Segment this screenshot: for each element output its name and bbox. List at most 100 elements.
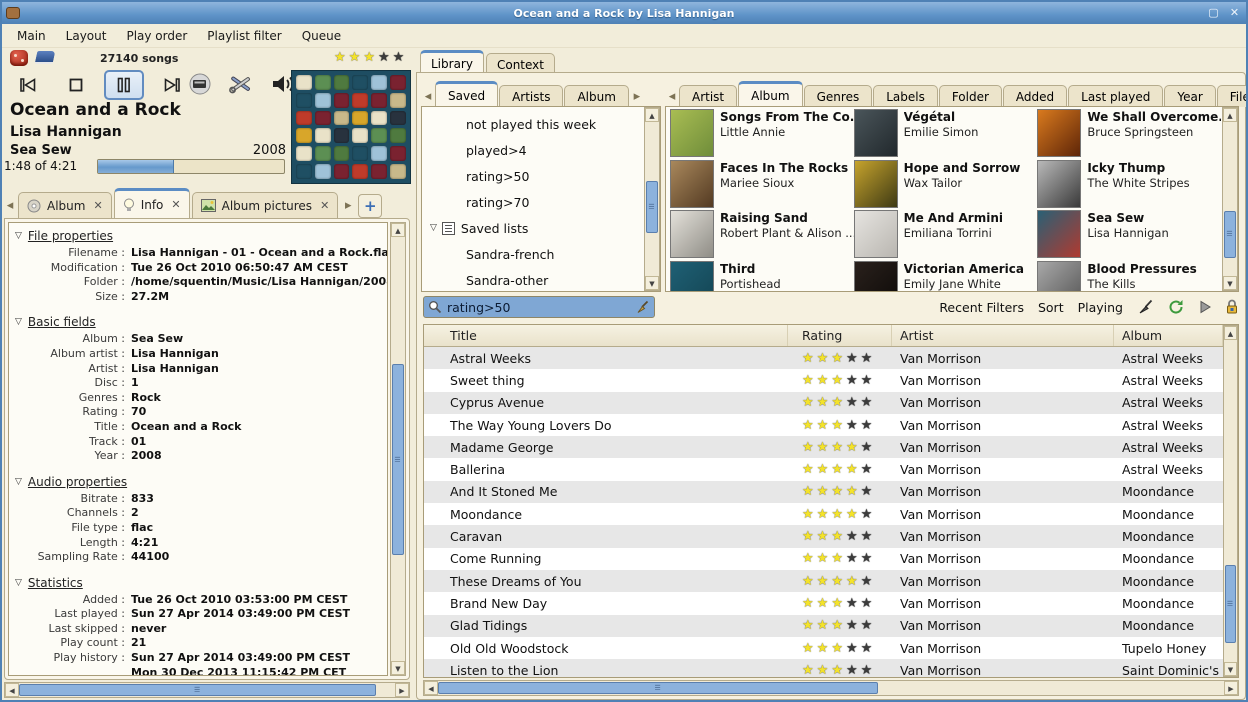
- album-cell[interactable]: Sea Sew Lisa Hannigan: [1037, 210, 1221, 261]
- queue-icon[interactable]: [188, 72, 212, 96]
- album-cell[interactable]: Raising Sand Robert Plant & Alison ...: [670, 210, 854, 261]
- album-cover[interactable]: [670, 210, 714, 258]
- album-cell[interactable]: Blood Pressures The Kills: [1037, 260, 1221, 291]
- stop-button[interactable]: [56, 70, 96, 100]
- album-cell[interactable]: Me And Armini Emiliana Torrini: [853, 210, 1038, 261]
- albums-pane-tab-genres[interactable]: Genres: [803, 85, 873, 107]
- tabs-scroll-right-icon[interactable]: ▸: [340, 192, 356, 218]
- album-cell[interactable]: Végétal Emilie Simon: [853, 109, 1038, 160]
- album-cell[interactable]: Hope and Sorrow Wax Tailor: [853, 159, 1038, 211]
- clear-all-broom-icon[interactable]: [1137, 299, 1154, 315]
- collapse-triangle-icon[interactable]: ▽: [15, 578, 22, 588]
- star-empty-icon[interactable]: ★: [393, 51, 405, 64]
- titlebar[interactable]: Ocean and a Rock by Lisa Hannigan ▢ ✕: [2, 2, 1246, 24]
- song-row[interactable]: Cyprus Avenue ★ ★ ★ ★ ★ Van Morrison Astral …: [424, 391, 1223, 414]
- star-filled-icon[interactable]: ★: [349, 51, 361, 64]
- info-section-header[interactable]: ▽ Audio properties: [15, 475, 383, 489]
- collapse-triangle-icon[interactable]: ▽: [430, 223, 437, 233]
- song-row[interactable]: Astral Weeks ★ ★ ★ ★ ★ Van Morrison Astral W…: [424, 347, 1223, 370]
- info-section-header[interactable]: ▽ File properties: [15, 229, 383, 243]
- recent-filters-link[interactable]: Recent Filters: [939, 300, 1024, 315]
- album-cover[interactable]: [853, 260, 898, 291]
- saved-pane-tab-album[interactable]: Album: [564, 85, 629, 107]
- tabs-scroll-left-icon[interactable]: ◂: [2, 192, 18, 218]
- saved-vertical-scrollbar[interactable]: ▲ ☰ ▼: [644, 107, 660, 291]
- saved-filter-item[interactable]: rating>70: [422, 189, 643, 215]
- tabs-scroll-right-icon[interactable]: ▸: [630, 85, 644, 107]
- lock-icon[interactable]: [1225, 299, 1239, 315]
- saved-filter-item[interactable]: Sandra-french: [422, 241, 643, 267]
- albums-pane-tab-added[interactable]: Added: [1002, 85, 1068, 107]
- album-cover[interactable]: [670, 260, 714, 291]
- close-tab-icon[interactable]: ✕: [93, 199, 102, 212]
- clear-filter-broom-icon[interactable]: [635, 300, 650, 314]
- maximize-button[interactable]: ▢: [1206, 5, 1221, 20]
- menu-item[interactable]: Layout: [57, 26, 116, 46]
- collapse-triangle-icon[interactable]: ▽: [15, 317, 22, 327]
- albums-pane-tab-artist[interactable]: Artist: [679, 85, 738, 107]
- saved-filter-item[interactable]: ▽ Saved lists: [422, 215, 643, 241]
- library-book-icon[interactable]: [34, 51, 56, 64]
- song-row[interactable]: Glad Tidings ★ ★ ★ ★ ★ Van Morrison Moondanc…: [424, 614, 1223, 637]
- left-horizontal-scrollbar[interactable]: ◀ ☰ ▶: [4, 682, 410, 698]
- song-row[interactable]: Sweet thing ★ ★ ★ ★ ★ Van Morrison Astral We…: [424, 369, 1223, 391]
- column-header-title[interactable]: Title: [424, 325, 788, 346]
- album-cover[interactable]: [1037, 210, 1082, 258]
- song-row[interactable]: Come Running ★ ★ ★ ★ ★ Van Morrison Moondanc…: [424, 548, 1223, 570]
- scroll-right-icon[interactable]: ▶: [1224, 681, 1238, 695]
- albums-pane-tab-last-played[interactable]: Last played: [1068, 85, 1164, 107]
- albums-pane-tab-folder[interactable]: Folder: [938, 85, 1002, 107]
- song-row[interactable]: These Dreams of You ★ ★ ★ ★ ★ Van Morrison M…: [424, 569, 1223, 593]
- scroll-up-icon[interactable]: ▲: [1224, 326, 1237, 340]
- refresh-icon[interactable]: [1168, 299, 1185, 315]
- scroll-up-icon[interactable]: ▲: [645, 108, 659, 122]
- close-tab-icon[interactable]: ✕: [171, 198, 180, 211]
- scroll-up-icon[interactable]: ▲: [1223, 108, 1237, 122]
- gmusicbrowser-icon[interactable]: [10, 50, 28, 66]
- previous-button[interactable]: [8, 70, 48, 100]
- playing-link[interactable]: Playing: [1078, 300, 1123, 315]
- scroll-down-icon[interactable]: ▼: [1223, 276, 1237, 290]
- song-row[interactable]: Madame George ★ ★ ★ ★ ★ Van Morrison Astral …: [424, 436, 1223, 459]
- albums-pane-tab-album[interactable]: Album: [738, 81, 803, 107]
- menu-item[interactable]: Main: [8, 26, 55, 46]
- scroll-up-icon[interactable]: ▲: [391, 223, 405, 237]
- close-tab-icon[interactable]: ✕: [320, 199, 329, 212]
- song-row[interactable]: Moondance ★ ★ ★ ★ ★ Van Morrison Moondance: [424, 503, 1223, 525]
- album-cell[interactable]: Faces In The Rocks Mariee Sioux: [670, 159, 854, 211]
- scroll-left-icon[interactable]: ◀: [424, 681, 438, 695]
- saved-filter-item[interactable]: played>4: [422, 137, 643, 163]
- star-filled-icon[interactable]: ★: [334, 51, 346, 64]
- column-header-artist[interactable]: Artist: [892, 325, 1114, 346]
- album-cover[interactable]: [670, 159, 714, 208]
- albums-pane-tab-year[interactable]: Year: [1164, 85, 1216, 107]
- table-horizontal-scrollbar[interactable]: ◀ ☰ ▶: [423, 680, 1239, 696]
- song-row[interactable]: Old Old Woodstock ★ ★ ★ ★ ★ Van Morrison Tup…: [424, 637, 1223, 659]
- album-cover[interactable]: [853, 210, 898, 258]
- info-section-header[interactable]: ▽ Basic fields: [15, 315, 383, 329]
- scroll-down-icon[interactable]: ▼: [645, 276, 659, 290]
- album-cell[interactable]: Third Portishead: [670, 260, 854, 291]
- albums-pane-tab-labels[interactable]: Labels: [873, 85, 938, 107]
- song-rating-stars[interactable]: ★ ★ ★ ★ ★: [334, 51, 404, 64]
- tabs-scroll-left-icon[interactable]: ◂: [421, 85, 435, 107]
- add-tab-button[interactable]: +: [358, 194, 383, 218]
- collapse-triangle-icon[interactable]: ▽: [15, 477, 22, 487]
- panel-tab-album[interactable]: Album ✕: [18, 192, 112, 218]
- album-art[interactable]: [291, 70, 411, 184]
- saved-pane-tab-saved[interactable]: Saved: [435, 81, 499, 107]
- song-row[interactable]: Ballerina ★ ★ ★ ★ ★ Van Morrison Astral Week…: [424, 458, 1223, 480]
- sort-link[interactable]: Sort: [1038, 300, 1064, 315]
- album-cover[interactable]: [1037, 109, 1082, 157]
- tabs-scroll-left-icon[interactable]: ◂: [665, 85, 679, 107]
- saved-filter-item[interactable]: not played this week: [422, 111, 643, 137]
- tools-icon[interactable]: [228, 72, 254, 96]
- song-row[interactable]: The Way Young Lovers Do ★ ★ ★ ★ ★ Van Morris…: [424, 414, 1223, 436]
- pause-button[interactable]: [104, 70, 144, 100]
- scroll-down-icon[interactable]: ▼: [1224, 662, 1237, 676]
- song-row[interactable]: Brand New Day ★ ★ ★ ★ ★ Van Morrison Moondan…: [424, 592, 1223, 614]
- albums-pane-tab-file-type[interactable]: File type: [1216, 85, 1246, 107]
- album-cover[interactable]: [853, 159, 898, 208]
- album-cell[interactable]: Icky Thump The White Stripes: [1037, 159, 1221, 211]
- albums-vertical-scrollbar[interactable]: ▲ ☰ ▼: [1222, 107, 1238, 291]
